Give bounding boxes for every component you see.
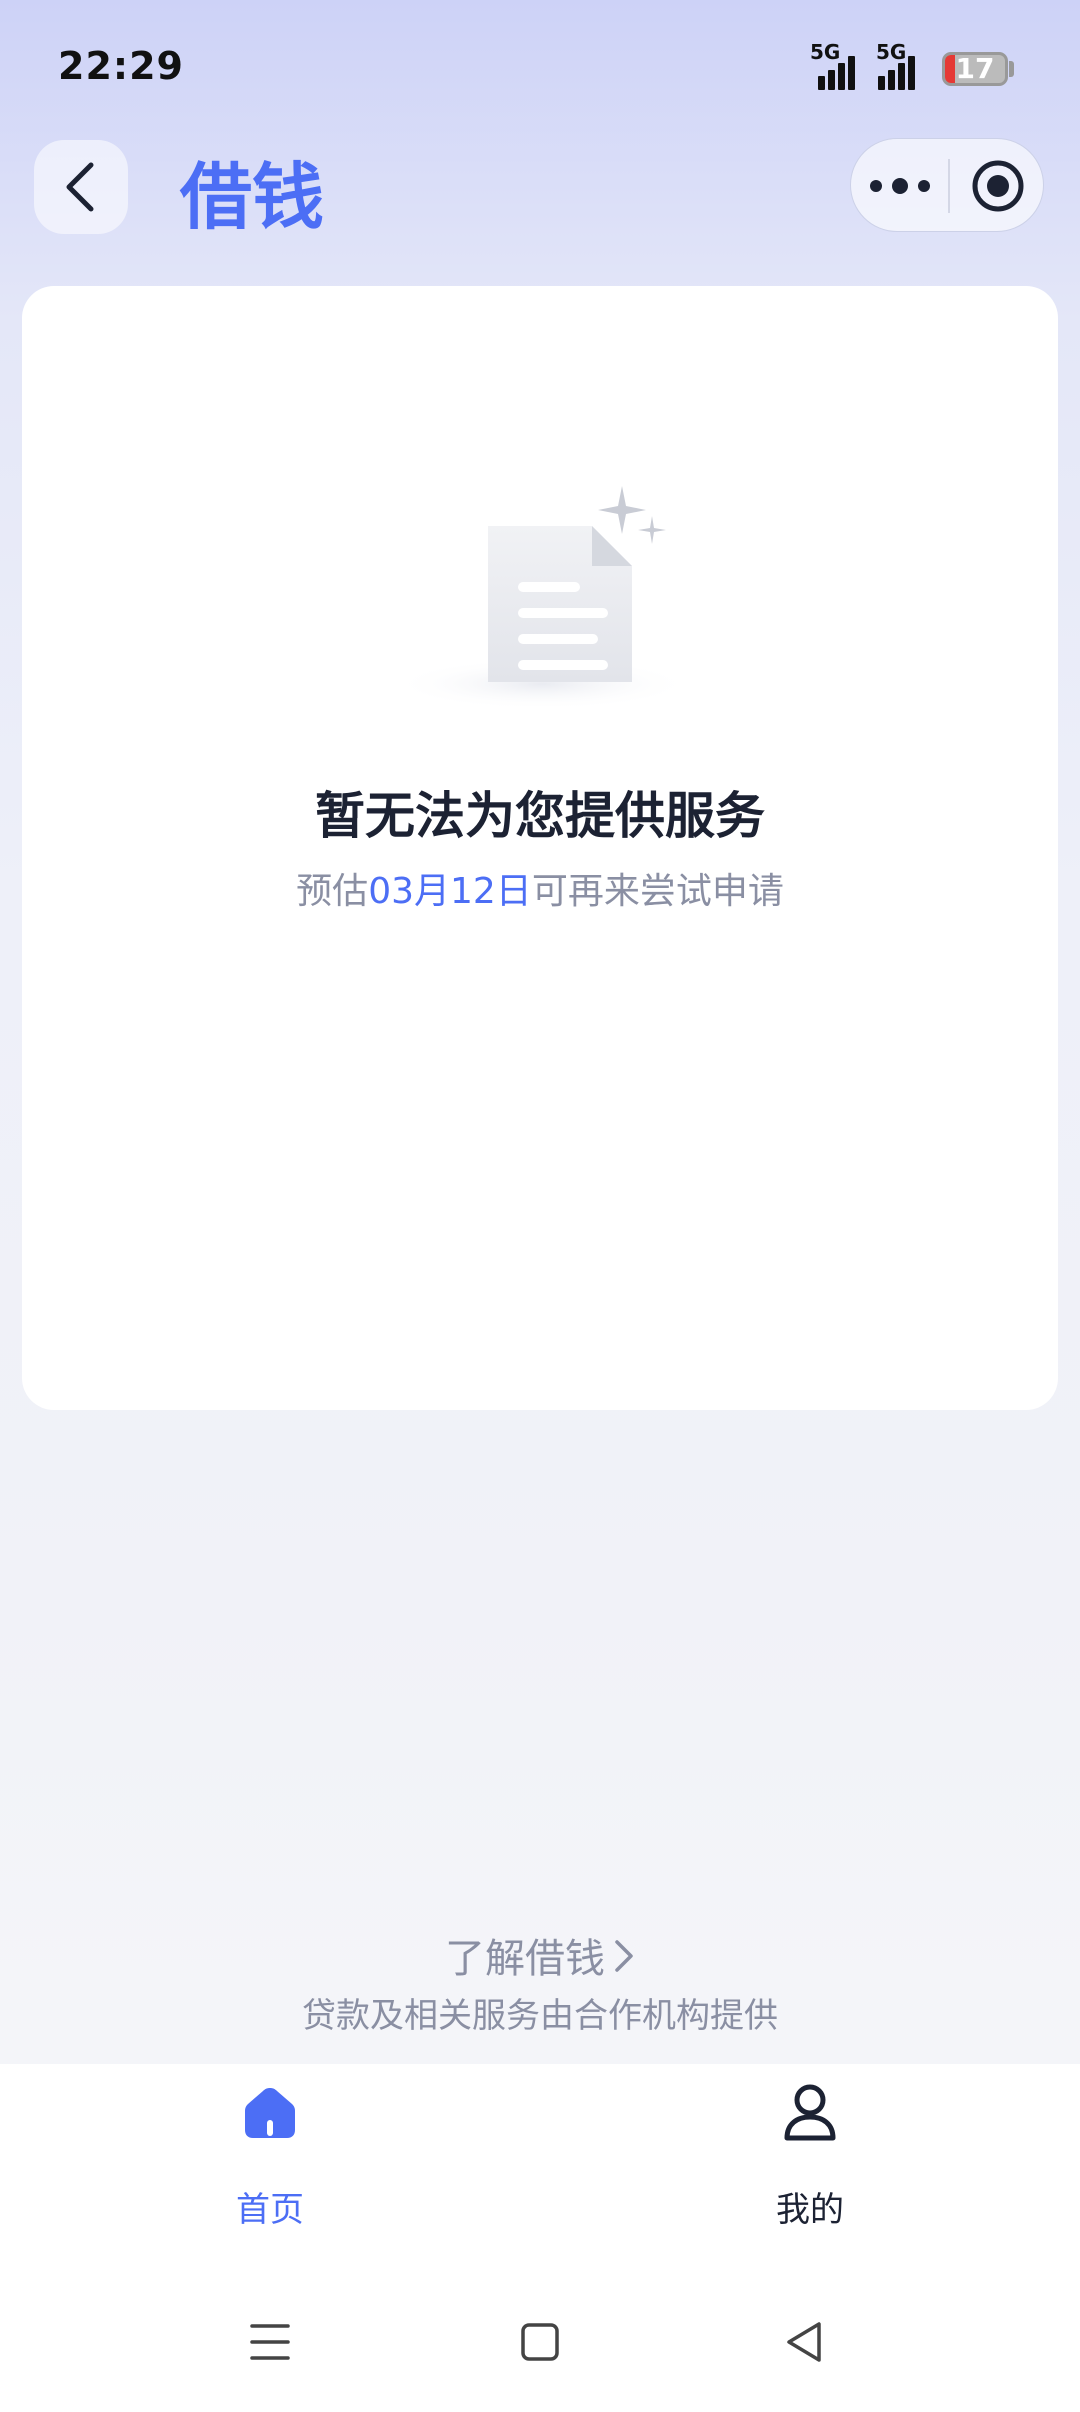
retry-date: 03月12日 — [368, 871, 532, 912]
battery-icon: 17 — [942, 52, 1008, 86]
empty-state-subtitle: 预估03月12日可再来尝试申请 — [22, 862, 1058, 914]
page-title: 借钱 — [180, 155, 325, 239]
square-icon — [521, 2323, 559, 2361]
system-home-button[interactable] — [520, 2322, 560, 2366]
battery-level-text: 17 — [955, 52, 995, 85]
learn-more-label: 了解借钱 — [445, 1936, 605, 1982]
tab-mine[interactable]: 我的 — [710, 2082, 910, 2232]
status-bar: 22:29 5G 5G 17 — [0, 0, 1080, 130]
more-button[interactable] — [851, 139, 948, 233]
system-back-button[interactable] — [784, 2320, 824, 2368]
empty-state-card: 暂无法为您提供服务 预估03月12日可再来尝试申请 — [22, 286, 1058, 1410]
mini-program-capsule — [850, 138, 1044, 232]
system-menu-button[interactable] — [250, 2322, 290, 2366]
disclaimer-text: 贷款及相关服务由合作机构提供 — [302, 1996, 778, 2036]
triangle-back-icon — [787, 2322, 821, 2362]
subtitle-prefix: 预估 — [296, 871, 369, 912]
more-dots-icon — [869, 178, 930, 194]
chevron-right-icon — [613, 1938, 635, 1984]
battery-cap — [1009, 61, 1014, 77]
user-icon — [784, 2084, 836, 2141]
signal-indicator-1: 5G — [796, 40, 866, 90]
empty-document-icon — [392, 486, 692, 706]
bottom-tab-bar: 首页 我的 — [0, 2064, 1080, 2412]
tab-home[interactable]: 首页 — [170, 2082, 370, 2232]
target-circle-icon — [972, 160, 1023, 212]
empty-state-title: 暂无法为您提供服务 — [315, 787, 765, 845]
learn-more-link[interactable]: 了解借钱 — [0, 1926, 1080, 1984]
chevron-left-icon — [66, 162, 94, 212]
menu-lines-icon — [250, 2324, 290, 2360]
home-icon — [245, 2088, 295, 2138]
signal-indicator-2: 5G — [874, 40, 934, 90]
signal-bars-icon — [818, 54, 858, 90]
signal-bars-icon — [878, 54, 918, 90]
subtitle-suffix: 可再来尝试申请 — [531, 871, 784, 912]
tab-home-label: 首页 — [236, 2190, 304, 2230]
status-time: 22:29 — [58, 44, 184, 88]
tab-mine-label: 我的 — [776, 2190, 844, 2230]
back-button[interactable] — [34, 140, 128, 234]
close-miniprogram-button[interactable] — [950, 139, 1045, 233]
